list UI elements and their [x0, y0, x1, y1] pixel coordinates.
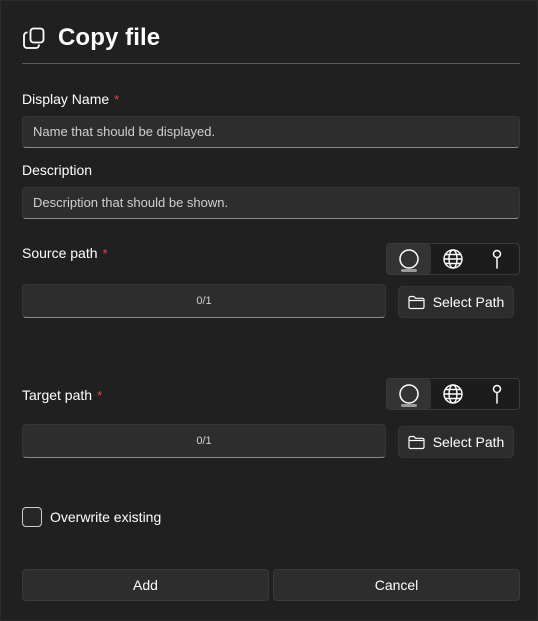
add-button[interactable]: Add: [22, 569, 269, 601]
circle-icon: [399, 249, 419, 269]
target-path-label-text: Target path: [22, 387, 93, 403]
required-marker: *: [102, 246, 108, 261]
source-select-path-label: Select Path: [432, 294, 505, 310]
target-path-input[interactable]: 0/1: [22, 424, 386, 458]
dialog-header: Copy file: [22, 21, 160, 55]
description-label-text: Description: [22, 162, 93, 178]
overwrite-checkbox[interactable]: [22, 507, 42, 527]
description-input[interactable]: Description that should be shown.: [22, 187, 520, 219]
target-select-path-button[interactable]: Select Path: [398, 426, 514, 458]
source-path-input[interactable]: 0/1: [22, 284, 386, 318]
source-path-label: Source path *: [22, 245, 108, 261]
required-marker: *: [114, 92, 120, 107]
source-mode-web[interactable]: [431, 244, 475, 274]
cancel-button[interactable]: Cancel: [273, 569, 520, 601]
folder-icon: [408, 295, 425, 309]
overwrite-label[interactable]: Overwrite existing: [50, 509, 161, 525]
source-mode-variable[interactable]: [475, 244, 519, 274]
display-name-input[interactable]: Name that should be displayed.: [22, 116, 520, 148]
required-marker: *: [97, 388, 103, 403]
folder-icon: [408, 435, 425, 449]
source-path-label-text: Source path: [22, 245, 98, 261]
copy-icon: [23, 27, 45, 49]
globe-icon: [443, 249, 463, 269]
pin-icon: [492, 384, 502, 404]
globe-icon: [443, 384, 463, 404]
target-mode-local[interactable]: [387, 379, 431, 409]
source-mode-selector: [386, 243, 520, 275]
source-mode-local[interactable]: [387, 244, 431, 274]
target-select-path-label: Select Path: [432, 434, 505, 450]
dialog-title: Copy file: [58, 24, 161, 51]
description-label: Description: [22, 162, 92, 178]
header-divider: [22, 63, 520, 64]
target-mode-selector: [386, 378, 520, 410]
copy-file-dialog: Copy file Display Name * Name that should…: [0, 0, 538, 621]
target-mode-web[interactable]: [431, 379, 475, 409]
display-name-label-text: Display Name: [22, 91, 110, 107]
source-select-path-button[interactable]: Select Path: [398, 286, 514, 318]
target-path-label: Target path *: [22, 387, 102, 403]
circle-icon: [399, 384, 419, 404]
display-name-label: Display Name *: [22, 91, 119, 107]
pin-icon: [492, 249, 502, 269]
target-mode-variable[interactable]: [475, 379, 519, 409]
overwrite-row: Overwrite existing: [22, 506, 161, 528]
